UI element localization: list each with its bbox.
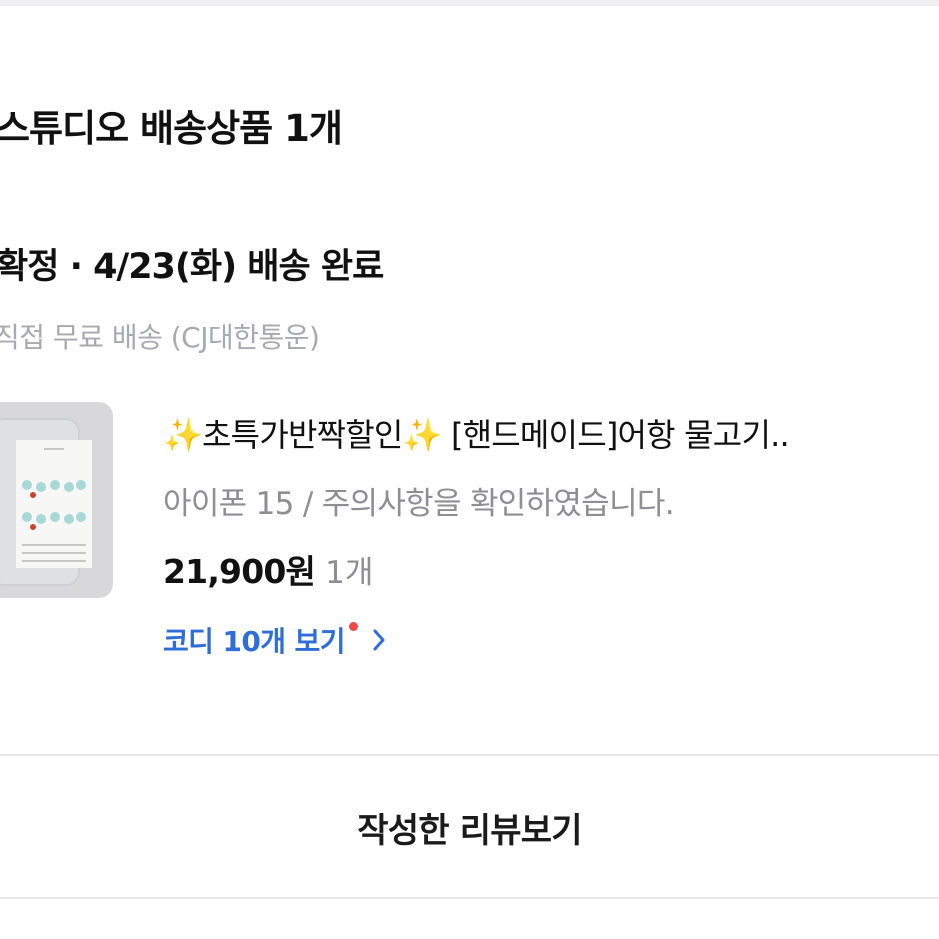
product-price: 21,900원 [163,552,316,591]
sparkle-icon: ✨ [402,416,443,454]
product-title-text-1: 초특가반짝할인 [202,416,403,454]
view-my-review-button[interactable]: 작성한 리뷰보기 [0,757,939,897]
shipping-info: 직접 무료 배송 (CJ대한통운) [0,321,320,354]
price-row: 21,900원 1개 [163,545,373,593]
product-title[interactable]: ✨초특가반짝할인✨ [핸드메이드]어항 물고기.. [163,410,790,456]
product-quantity: 1개 [325,555,374,591]
product-option: 아이폰 15 / 주의사항을 확인하였습니다. [163,486,675,522]
new-indicator-dot [348,621,358,631]
sparkle-icon: ✨ [163,416,203,454]
product-thumbnail[interactable] [0,402,113,598]
view-codi-link[interactable]: 코디 10개 보기 [163,620,386,660]
product-photo-icon [16,440,92,568]
codi-link-label: 코디 10개 보기 [163,625,345,658]
shop-title[interactable]: 스튜디오 배송상품 1개 [0,98,343,152]
delivery-status: 확정 · 4/23(화) 배송 완료 [0,247,384,287]
top-gap-strip [0,0,939,6]
product-title-text-2: [핸드메이드]어항 물고기.. [441,416,790,454]
chevron-right-icon [372,628,386,652]
divider [0,754,939,756]
bottom-area [0,899,939,939]
